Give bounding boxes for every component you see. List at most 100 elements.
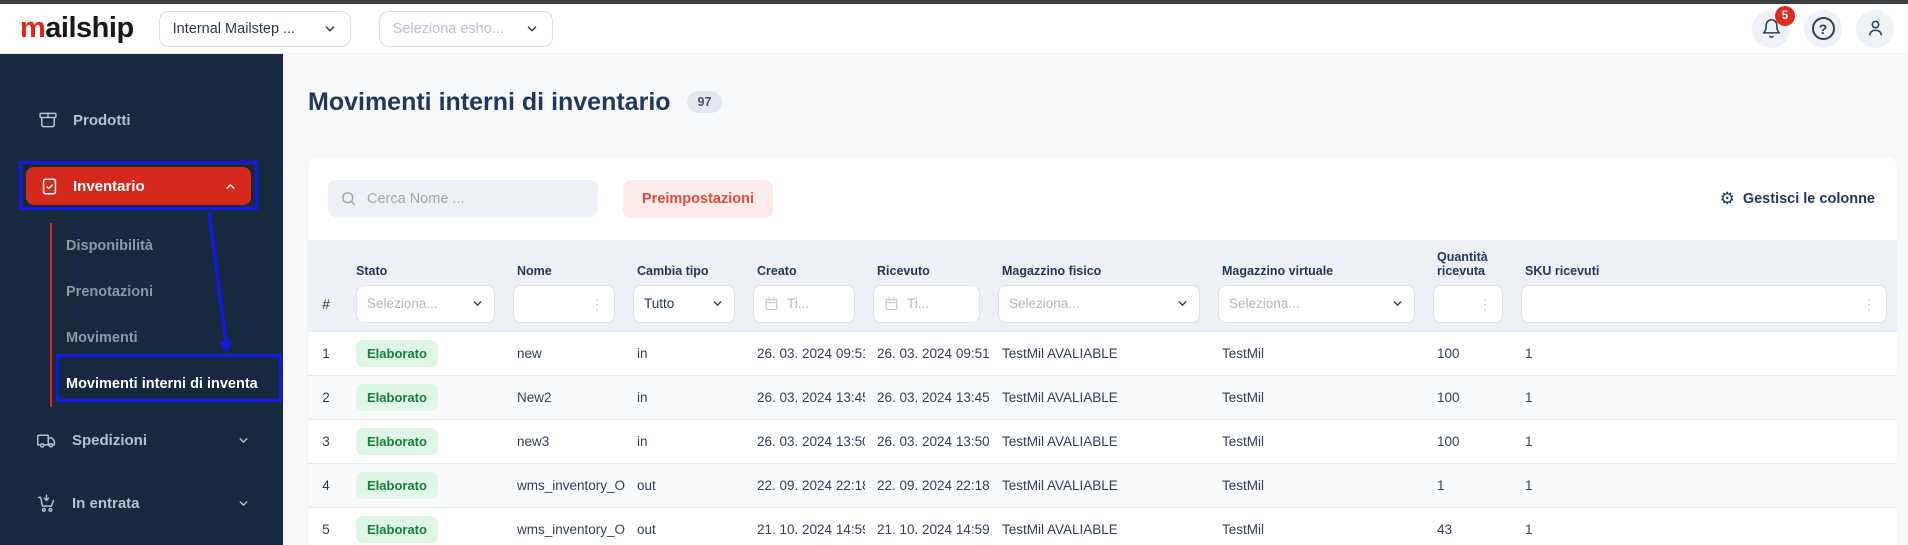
column-header-sku-ricevuti: SKU ricevuti xyxy=(1525,264,1600,279)
inventario-submenu: Disponibilità Prenotazioni Movimenti Mov… xyxy=(50,223,283,407)
sidebar-item-movimenti-interni[interactable]: Movimenti interni di inventa xyxy=(52,361,283,407)
filter-placeholder: Seleziona... xyxy=(1009,296,1080,312)
sidebar-item-movimenti[interactable]: Movimenti xyxy=(52,315,283,361)
sidebar-item-inventario[interactable]: Inventario xyxy=(26,167,251,205)
help-button[interactable]: ? xyxy=(1804,9,1842,48)
page-head: Movimenti interni di inventario 97 xyxy=(308,85,1897,119)
filter-quantita-input[interactable]: ⋮ xyxy=(1433,284,1503,323)
sidebar-item-prenotazioni[interactable]: Prenotazioni xyxy=(52,269,283,315)
table-row[interactable]: 4 Elaborato wms_inventory_OR out 22. 09.… xyxy=(308,462,1897,507)
status-badge: Elaborato xyxy=(356,471,438,499)
chevron-down-icon xyxy=(323,22,337,36)
cell-nome: New2 xyxy=(517,389,552,405)
cell-sku: 1 xyxy=(1525,521,1533,537)
filter-magazzino-fisico-select[interactable]: Seleziona... xyxy=(998,284,1200,323)
cell-magazzino-fisico: TestMil AVALIABLE xyxy=(1002,389,1118,405)
filter-ricevuto-date[interactable]: Ti... xyxy=(873,284,980,323)
quantita-filter-field[interactable] xyxy=(1444,296,1470,312)
chevron-down-icon xyxy=(471,297,484,310)
chevron-up-icon xyxy=(224,180,237,193)
cell-nome: wms_inventory_OR xyxy=(517,477,625,493)
cell-quantita: 100 xyxy=(1437,433,1460,449)
sidebar-item-disponibilita[interactable]: Disponibilità xyxy=(52,223,283,269)
column-header-nome: Nome xyxy=(517,264,552,279)
cell-ricevuto: 26. 03. 2024 13:45 xyxy=(877,389,990,405)
notifications-button[interactable]: 5 xyxy=(1752,5,1795,48)
cell-cambia-tipo: out xyxy=(637,521,656,537)
sidebar-item-label: Inventario xyxy=(73,177,145,195)
logo-rest: ailship xyxy=(45,12,134,44)
sidebar-item-label: Prenotazioni xyxy=(66,284,154,300)
account-button[interactable] xyxy=(1856,9,1894,48)
table-body: 1 Elaborato new in 26. 03. 2024 09:51 26… xyxy=(308,330,1897,545)
table-row[interactable]: 1 Elaborato new in 26. 03. 2024 09:51 26… xyxy=(308,330,1897,375)
filter-magazzino-virtuale-select[interactable]: Seleziona... xyxy=(1218,284,1415,323)
search-input[interactable] xyxy=(367,190,586,207)
chevron-down-icon xyxy=(525,22,539,36)
header-actions: 5 ? xyxy=(1752,5,1894,48)
filter-nome-input[interactable]: ⋮ xyxy=(513,284,615,323)
presets-button[interactable]: Preimpostazioni xyxy=(623,179,773,218)
cell-cambia-tipo: in xyxy=(637,433,648,449)
cell-sku: 1 xyxy=(1525,389,1533,405)
help-icon: ? xyxy=(1811,17,1835,40)
sidebar-item-prodotti[interactable]: Prodotti xyxy=(38,104,283,136)
sidebar-item-in-entrata[interactable]: In entrata xyxy=(36,486,250,520)
workspace-dropdown[interactable]: Internal Mailstep ... xyxy=(158,10,351,47)
cell-ricevuto: 21. 10. 2024 14:59 xyxy=(877,521,990,537)
filters-row: # Seleziona... ⋮ Tutto Ti... Ti... Selez… xyxy=(308,284,1897,323)
cell-magazzino-fisico: TestMil AVALIABLE xyxy=(1002,345,1118,361)
status-badge: Elaborato xyxy=(356,383,438,411)
row-index-header: # xyxy=(322,295,330,312)
filter-sku-input[interactable]: ⋮ xyxy=(1521,284,1887,323)
manage-columns-button[interactable]: ⚙ Gestisci le colonne xyxy=(1720,190,1875,207)
workspace-dropdown-value: Internal Mailstep ... xyxy=(172,20,296,37)
status-badge: Elaborato xyxy=(356,427,438,455)
filter-placeholder: Ti... xyxy=(907,296,929,312)
sidebar-item-label: Spedizioni xyxy=(72,431,147,449)
filter-placeholder: Ti... xyxy=(787,296,809,312)
cell-cambia-tipo: in xyxy=(637,389,648,405)
cell-cambia-tipo: in xyxy=(637,345,648,361)
package-icon xyxy=(38,110,58,130)
chevron-down-icon xyxy=(1176,297,1189,310)
cell-sku: 1 xyxy=(1525,345,1533,361)
table-header: Stato Nome Cambia tipo Creato Ricevuto M… xyxy=(308,240,1897,331)
column-header-cambia-tipo: Cambia tipo xyxy=(637,264,709,279)
search-icon xyxy=(340,190,357,207)
eshop-dropdown-placeholder: Seleziona esho... xyxy=(392,20,504,37)
row-index: 5 xyxy=(322,521,330,537)
cell-nome: new xyxy=(517,345,542,361)
notification-badge: 5 xyxy=(1775,5,1795,26)
sidebar-item-label: Movimenti interni di inventa xyxy=(66,376,258,392)
page-title: Movimenti interni di inventario xyxy=(308,87,671,116)
column-header-ricevuto: Ricevuto xyxy=(877,264,930,279)
column-header-stato: Stato xyxy=(356,264,388,279)
cell-quantita: 100 xyxy=(1437,345,1460,361)
app-logo[interactable]: mailship xyxy=(20,12,134,45)
content-card: Preimpostazioni ⚙ Gestisci le colonne St… xyxy=(308,157,1897,545)
column-header-index xyxy=(308,279,344,281)
row-index: 3 xyxy=(322,433,330,449)
table-row[interactable]: 2 Elaborato New2 in 26. 03. 2024 13:45 2… xyxy=(308,374,1897,419)
calendar-icon xyxy=(764,296,779,311)
filter-stato-select[interactable]: Seleziona... xyxy=(356,284,495,323)
cell-creato: 26. 03. 2024 09:51 xyxy=(757,345,865,361)
row-index: 2 xyxy=(322,389,330,405)
sku-filter-field[interactable] xyxy=(1532,296,1854,312)
cell-magazzino-virtuale: TestMil xyxy=(1222,521,1265,537)
column-labels-row: Stato Nome Cambia tipo Creato Ricevuto M… xyxy=(308,250,1897,281)
main-content: Movimenti interni di inventario 97 Preim… xyxy=(283,54,1908,545)
status-badge: Elaborato xyxy=(356,339,438,367)
filter-creato-date[interactable]: Ti... xyxy=(753,284,855,323)
table-row[interactable]: 5 Elaborato wms_inventory_OR out 21. 10.… xyxy=(308,506,1897,545)
kebab-menu-icon: ⋮ xyxy=(590,295,604,312)
table-row[interactable]: 3 Elaborato new3 in 26. 03. 2024 13:50 2… xyxy=(308,418,1897,463)
cell-magazzino-fisico: TestMil AVALIABLE xyxy=(1002,521,1118,537)
sidebar-item-spedizioni[interactable]: Spedizioni xyxy=(36,423,250,457)
eshop-dropdown[interactable]: Seleziona esho... xyxy=(378,10,553,47)
filter-cambia-tipo-select[interactable]: Tutto xyxy=(633,284,735,323)
chevron-down-icon xyxy=(237,497,250,510)
chevron-down-icon xyxy=(237,434,250,447)
nome-filter-field[interactable] xyxy=(524,296,582,312)
